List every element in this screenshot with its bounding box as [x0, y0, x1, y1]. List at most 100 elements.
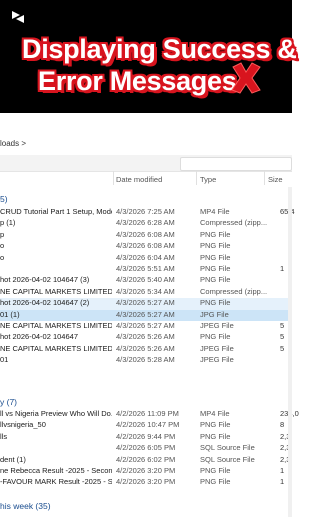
file-name: CRUD Tutorial Part 1 Setup, Mode... — [0, 207, 112, 216]
column-divider[interactable] — [113, 171, 114, 185]
group-header-this-week[interactable]: his week (35) — [0, 501, 51, 511]
column-header-type[interactable]: Type — [200, 175, 216, 184]
file-name: 01 — [0, 355, 9, 365]
file-name: o — [0, 241, 5, 251]
file-explorer: loads > Date modified Type Size 5) CRUD … — [0, 113, 299, 520]
search-input[interactable] — [180, 157, 292, 171]
file-type: MP4 File — [200, 409, 230, 418]
file-name: hot 2026-04-02 104647 (3) — [0, 275, 90, 285]
file-row[interactable]: llvsnigeria_50 4/2/2026 10:47 PM PNG File 8 — [0, 420, 292, 431]
file-name: -FAVOUR MARK Result -2025 - Se... — [0, 477, 112, 487]
file-type: PNG File — [200, 241, 231, 251]
file-type: PNG File — [200, 477, 231, 487]
file-row[interactable]: NE CAPITAL MARKETS LIMITED - ... 4/3/2026… — [0, 321, 292, 332]
file-row[interactable]: lls 4/2/2026 9:44 PM PNG File 2,3 — [0, 432, 292, 443]
file-row[interactable]: hot 2026-04-02 104647 (2) 4/3/2026 5:27 A… — [0, 298, 292, 310]
file-size: 8 — [280, 420, 285, 430]
file-row[interactable]: p 4/3/2026 6:08 AM PNG File — [0, 230, 292, 241]
file-type: PNG File — [200, 264, 231, 273]
file-type: PNG File — [200, 420, 231, 430]
file-size: 1 — [280, 466, 285, 475]
file-type: Compressed (zipp... — [200, 286, 268, 296]
file-date: 4/2/2026 10:47 PM — [116, 420, 180, 430]
file-row[interactable]: ne Rebecca Result -2025 - Secon... 4/2/20… — [0, 466, 292, 477]
file-date: 4/2/2026 3:20 PM — [116, 477, 176, 487]
file-row[interactable]: 01 4/3/2026 5:28 AM JPEG File — [0, 355, 292, 366]
file-date: 4/2/2026 6:02 PM — [116, 454, 176, 464]
file-row[interactable]: ll vs Nigeria Preview Who Will Do... 4/2/… — [0, 409, 299, 420]
file-type: PNG File — [200, 298, 231, 308]
file-date: 4/3/2026 5:40 AM — [116, 275, 175, 285]
file-name: NE CAPITAL MARKETS LIMITED - ... — [0, 343, 112, 353]
file-type: Compressed (zipp... — [200, 218, 268, 228]
title-banner: Displaying Success & Error Messages — [0, 0, 297, 113]
column-divider[interactable] — [196, 171, 197, 185]
file-row[interactable]: -FAVOUR MARK Result -2025 - Se... 4/2/202… — [0, 477, 292, 488]
red-x-icon — [231, 62, 261, 94]
file-row[interactable]: o 4/3/2026 6:08 AM PNG File — [0, 241, 292, 252]
file-date: 4/3/2026 5:27 AM — [116, 309, 175, 319]
file-date: 4/2/2026 11:09 PM — [116, 409, 179, 418]
column-header-size[interactable]: Size — [268, 175, 283, 184]
group-header-yesterday[interactable]: y (7) — [0, 397, 17, 407]
file-size: 5 — [280, 321, 285, 330]
footer-group: his week (35) — [0, 499, 292, 520]
file-name: p (1) — [0, 218, 16, 228]
file-row[interactable]: 4/3/2026 5:51 AM PNG File 1 — [0, 264, 292, 275]
file-name: ll vs Nigeria Preview Who Will Do... — [0, 409, 112, 418]
file-type: MP4 File — [200, 207, 230, 216]
breadcrumb[interactable]: loads > — [0, 139, 26, 148]
file-date: 4/3/2026 6:08 AM — [116, 229, 175, 239]
file-row[interactable]: CRUD Tutorial Part 1 Setup, Mode... 4/3/2… — [0, 207, 295, 218]
file-date: 4/3/2026 5:34 AM — [116, 286, 175, 296]
file-type: PNG File — [200, 229, 231, 239]
file-row[interactable]: 4/2/2026 6:05 PM SQL Source File 2,3 — [0, 443, 292, 454]
group-header-today[interactable]: 5) — [0, 194, 8, 204]
file-size: 5 — [280, 343, 285, 353]
file-date: 4/2/2026 3:20 PM — [116, 466, 176, 475]
file-name: p — [0, 229, 5, 239]
column-header-date[interactable]: Date modified — [116, 175, 162, 184]
file-name: ne Rebecca Result -2025 - Secon... — [0, 466, 112, 475]
file-row[interactable]: 01 (1) 4/3/2026 5:27 AM JPG File — [0, 309, 292, 321]
banner-title-line1: Displaying Success & — [22, 34, 297, 64]
file-type: JPEG File — [200, 321, 234, 330]
file-type: PNG File — [200, 431, 231, 441]
file-type: SQL Source File — [200, 443, 255, 453]
file-name: lls — [0, 431, 8, 441]
column-divider[interactable] — [264, 171, 265, 185]
file-name: 01 (1) — [0, 309, 20, 319]
file-type: JPG File — [200, 309, 229, 319]
file-date: 4/3/2026 6:04 AM — [116, 252, 175, 262]
file-type: PNG File — [200, 332, 231, 342]
file-row[interactable]: p (1) 4/3/2026 6:28 AM Compressed (zipp... — [0, 218, 292, 229]
file-name: NE CAPITAL MARKETS LIMITED - ... — [0, 286, 112, 296]
file-name: dent (1) — [0, 454, 26, 464]
file-date: 4/3/2026 5:26 AM — [116, 343, 175, 353]
file-name: hot 2026-04-02 104647 (2) — [0, 298, 90, 308]
file-row[interactable]: dent (1) 4/2/2026 6:02 PM SQL Source File 2… — [0, 455, 292, 466]
file-size: 5 — [280, 332, 285, 342]
file-date: 4/3/2026 5:51 AM — [116, 264, 175, 273]
file-size: 1 — [280, 264, 285, 273]
file-date: 4/2/2026 9:44 PM — [116, 431, 176, 441]
file-date: 4/3/2026 5:28 AM — [116, 355, 175, 365]
file-date: 4/3/2026 5:27 AM — [116, 298, 175, 308]
scrollbar[interactable] — [288, 187, 292, 517]
file-date: 4/3/2026 5:26 AM — [116, 332, 175, 342]
file-type: JPEG File — [200, 355, 234, 365]
toolbar — [0, 155, 292, 172]
file-type: PNG File — [200, 466, 231, 475]
file-type: SQL Source File — [200, 454, 255, 464]
file-date: 4/2/2026 6:05 PM — [116, 443, 176, 453]
capcut-logo-icon — [12, 11, 24, 23]
file-row[interactable]: NE CAPITAL MARKETS LIMITED - ... 4/3/2026… — [0, 344, 292, 355]
file-row[interactable]: hot 2026-04-02 104647 4/3/2026 5:26 AM PNG… — [0, 332, 292, 343]
file-date: 4/3/2026 7:25 AM — [116, 207, 175, 216]
file-row[interactable]: o 4/3/2026 6:04 AM PNG File — [0, 253, 292, 264]
banner-title-line2: Error Messages — [38, 66, 237, 96]
file-row[interactable]: NE CAPITAL MARKETS LIMITED - ... 4/3/2026… — [0, 287, 292, 298]
file-date: 4/3/2026 6:28 AM — [116, 218, 175, 228]
file-row[interactable]: hot 2026-04-02 104647 (3) 4/3/2026 5:40 A… — [0, 275, 292, 286]
file-type: PNG File — [200, 252, 231, 262]
